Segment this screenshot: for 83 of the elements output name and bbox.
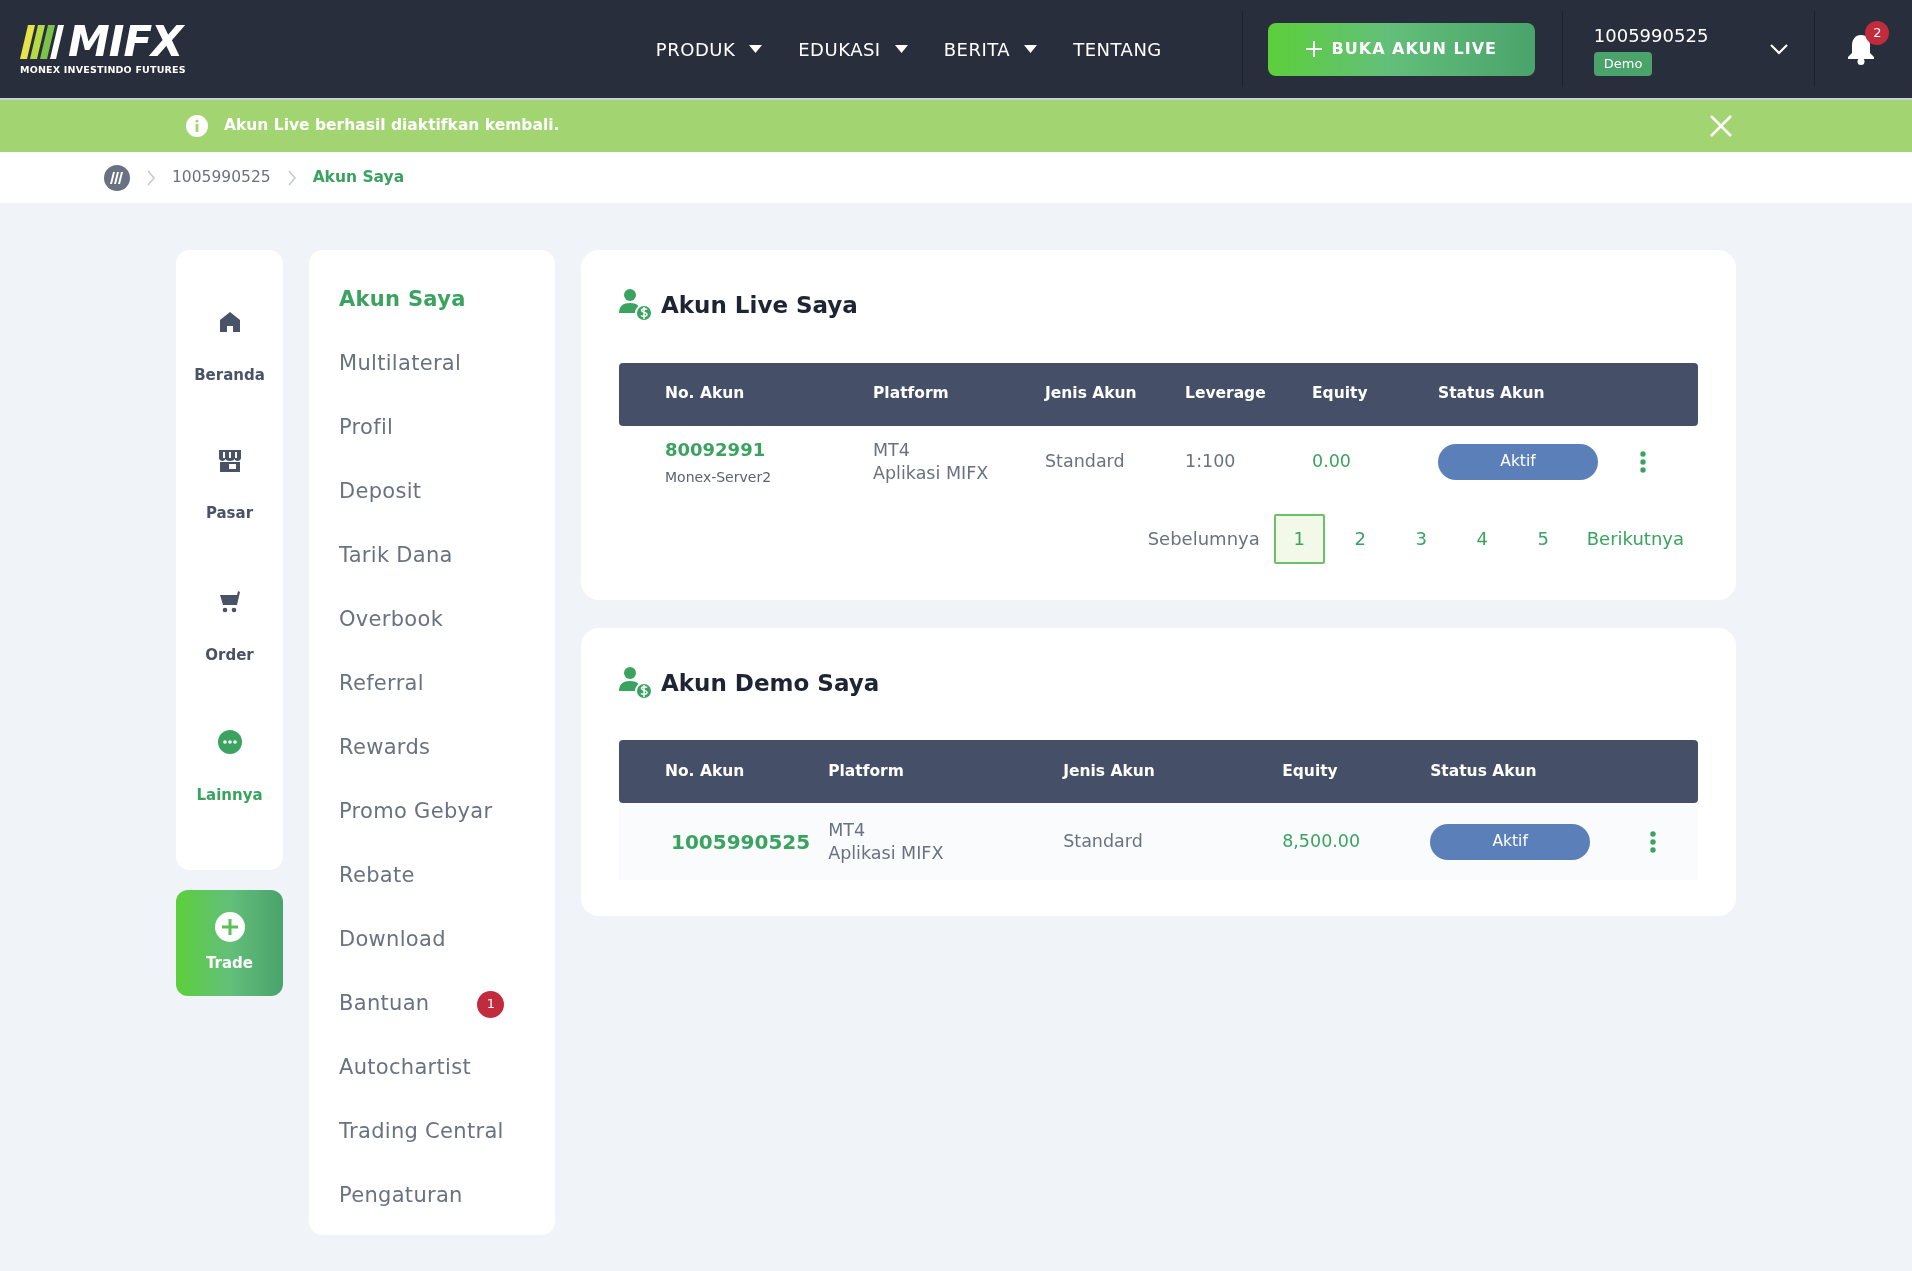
column-header: Status Akun: [1412, 740, 1633, 803]
chevron-down-icon[interactable]: [1770, 43, 1789, 55]
bell-icon[interactable]: [1847, 33, 1876, 65]
table-cell: Standard: [1063, 831, 1143, 852]
chevron-right-icon: [286, 169, 297, 186]
platform-cell-text: MT4 Aplikasi MIFX: [873, 438, 990, 485]
menu-item[interactable]: Referral: [339, 652, 424, 716]
account-number: 1005990525: [1593, 24, 1709, 49]
menu-item[interactable]: Tarik Dana: [339, 524, 453, 588]
table-cell: Standard: [1045, 451, 1125, 472]
column-header: Jenis Akun: [1045, 740, 1265, 803]
column-header: Platform: [810, 740, 1046, 803]
info-icon: [186, 115, 208, 137]
section-title: Akun Demo Saya: [661, 668, 880, 698]
rail-item[interactable]: Lainnya: [176, 730, 283, 870]
previous-page-link[interactable]: Sebelumnya: [1147, 525, 1260, 552]
logo-stripes-icon: [20, 24, 64, 59]
page-link[interactable]: 4: [1456, 513, 1508, 564]
column-header: Leverage: [1167, 362, 1294, 426]
rail-item[interactable]: Order: [176, 590, 283, 730]
page-link[interactable]: 1: [1273, 513, 1325, 564]
rail-item[interactable]: Pasar: [176, 450, 283, 590]
column-header: No. Akun: [619, 740, 811, 803]
menu-item[interactable]: Promo Gebyar: [339, 780, 493, 844]
equity-value: 0.00: [1312, 451, 1351, 472]
menu-item[interactable]: Deposit: [339, 460, 422, 524]
menu-item[interactable]: Pengaturan: [339, 1164, 463, 1228]
column-header: Platform: [855, 362, 1027, 426]
platform-cell-text: MT4 Aplikasi MIFX: [828, 818, 945, 865]
home-icon: [217, 310, 242, 334]
menu-item[interactable]: Trading Central: [339, 1100, 504, 1164]
logo-text: MIFX: [68, 20, 183, 63]
server-name: Monex-Server2: [665, 467, 773, 487]
user-dollar-icon: [619, 288, 653, 323]
nav-link[interactable]: PRODUK: [655, 35, 763, 63]
account-number-link[interactable]: 80092991: [665, 435, 855, 463]
status-pill: Aktif: [1438, 443, 1598, 480]
menu-item[interactable]: Overbook: [339, 588, 444, 652]
menu-item[interactable]: Download: [339, 908, 446, 972]
section-title: Akun Live Saya: [661, 291, 858, 320]
column-header: No. Akun: [619, 362, 855, 426]
page-link[interactable]: 3: [1395, 513, 1447, 564]
plus-icon: [1305, 41, 1322, 57]
next-page-link[interactable]: Berikutnya: [1586, 525, 1684, 552]
equity-value: 8,500.00: [1282, 831, 1361, 852]
plus-circle-icon: [214, 911, 245, 942]
menu-item[interactable]: Bantuan: [339, 972, 430, 1036]
caret-icon: [894, 45, 908, 53]
demo-badge: Demo: [1593, 52, 1653, 76]
nav-link[interactable]: BERITA: [943, 35, 1038, 63]
menu-item[interactable]: Autochartist: [339, 1036, 471, 1100]
column-header: Equity: [1264, 740, 1413, 803]
store-icon: [217, 450, 242, 472]
breadcrumb-link[interactable]: 1005990525: [172, 165, 271, 190]
caret-icon: [1024, 45, 1038, 53]
caret-icon: [749, 45, 763, 53]
more-icon: [217, 730, 242, 754]
menu-item[interactable]: Profil: [339, 396, 394, 460]
rail-item[interactable]: Beranda: [176, 310, 283, 450]
alert-message: Akun Live berhasil diaktifkan kembali.: [224, 115, 560, 137]
menu-badge: 1: [477, 990, 505, 1018]
cart-icon: [217, 590, 242, 614]
menu-item[interactable]: Multilateral: [339, 332, 462, 396]
home-logo-icon[interactable]: [104, 164, 130, 191]
table-cell: 1:100: [1185, 451, 1236, 472]
page-link[interactable]: 2: [1334, 513, 1386, 564]
notification-count: 2: [1865, 21, 1890, 45]
menu-item[interactable]: Rewards: [339, 716, 431, 780]
breadcrumb-link[interactable]: Akun Saya: [312, 165, 405, 190]
status-pill: Aktif: [1430, 823, 1591, 860]
more-options-icon[interactable]: [1640, 448, 1646, 475]
user-dollar-icon: [619, 665, 653, 700]
more-options-icon[interactable]: [1650, 828, 1657, 855]
menu-item[interactable]: Rebate: [339, 844, 415, 908]
page-link[interactable]: 5: [1517, 513, 1569, 564]
chevron-right-icon: [146, 169, 156, 186]
nav-link[interactable]: TENTANG: [1073, 35, 1162, 63]
menu-item[interactable]: Akun Saya: [339, 268, 466, 332]
column-header: Status Akun: [1420, 362, 1622, 426]
column-header: Equity: [1294, 362, 1420, 426]
logo-subtitle: MONEX INVESTINDO FUTURES: [20, 62, 186, 77]
nav-link[interactable]: EDUKASI: [798, 35, 908, 63]
column-header: Jenis Akun: [1027, 362, 1167, 426]
